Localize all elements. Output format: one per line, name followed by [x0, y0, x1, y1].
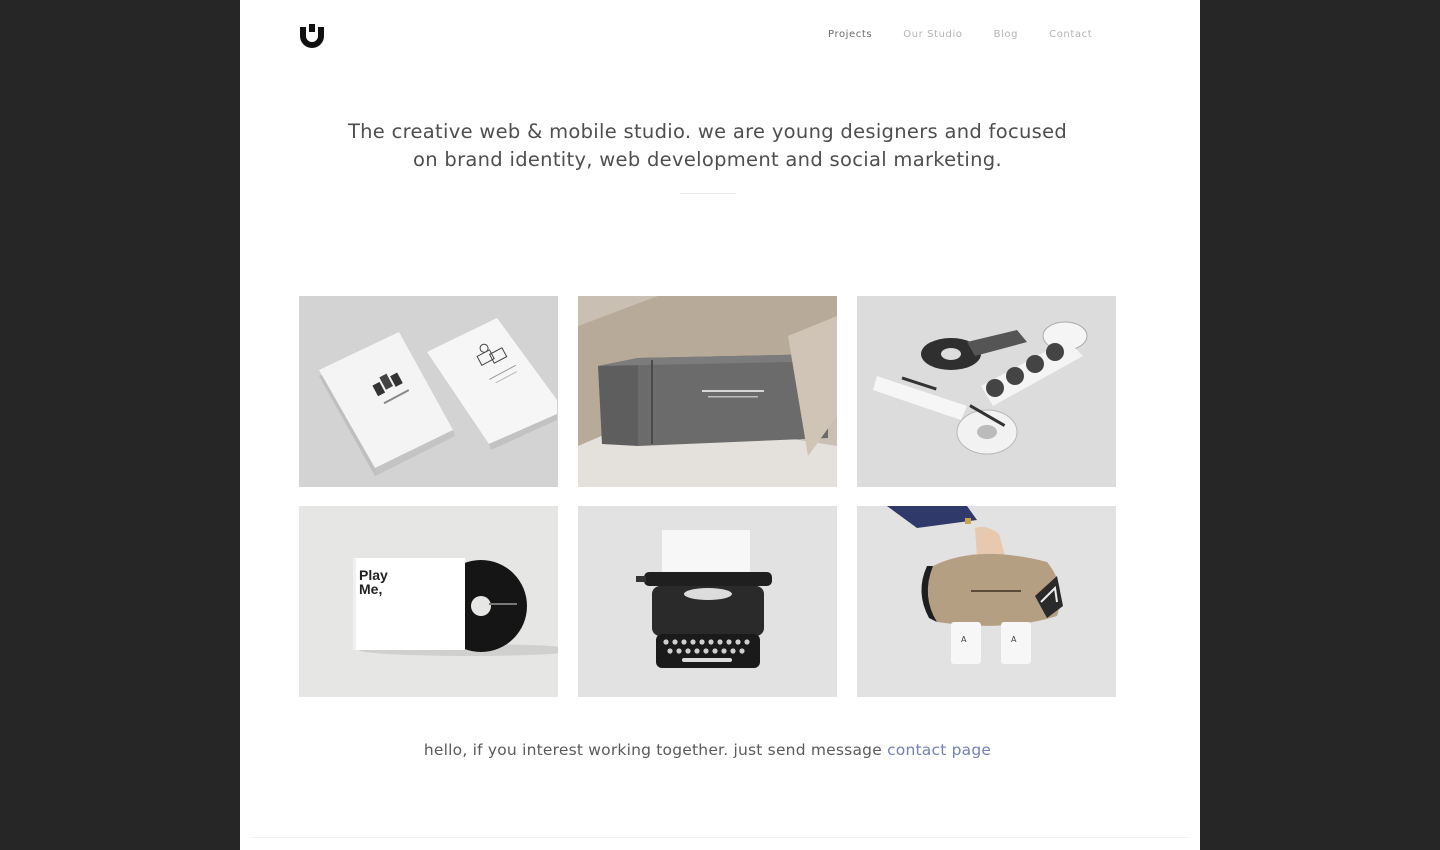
footer-message: hello, if you interest working together.…	[240, 741, 1175, 759]
hero-divider	[680, 193, 736, 194]
nav-item-projects[interactable]: Projects	[828, 29, 872, 40]
project-tile-business-cards[interactable]	[299, 296, 558, 487]
page: Projects Our Studio Blog Contact The cre…	[240, 0, 1200, 850]
project-tile-typewriter[interactable]	[578, 506, 837, 697]
project-tile-box-packaging[interactable]	[578, 296, 837, 487]
cd-sleeve-image: Play Me,	[299, 506, 558, 697]
footer-message-text: hello, if you interest working together.…	[423, 741, 888, 759]
svg-text:A: A	[961, 635, 967, 644]
hero-tagline: The creative web & mobile studio. we are…	[240, 118, 1175, 174]
nav-item-contact[interactable]: Contact	[1049, 29, 1092, 40]
main-nav: Projects Our Studio Blog Contact	[828, 29, 1092, 40]
nav-item-blog[interactable]: Blog	[994, 29, 1019, 40]
business-cards-image	[299, 296, 558, 487]
project-tile-sticker-rolls[interactable]	[857, 296, 1116, 487]
cup-carrier-image: A A	[857, 506, 1116, 697]
projects-grid: Play Me, A A	[299, 296, 1117, 697]
project-tile-cup-carrier[interactable]: A A	[857, 506, 1116, 697]
svg-text:A: A	[1011, 635, 1017, 644]
sleeve-text-line-2: Me,	[359, 581, 382, 597]
typewriter-image	[578, 506, 837, 697]
bottom-divider	[250, 837, 1190, 838]
gray-box-packaging-image	[578, 296, 837, 487]
hero-line-2: on brand identity, web development and s…	[413, 148, 1002, 171]
contact-page-link[interactable]: contact page	[887, 741, 991, 759]
hero-line-1: The creative web & mobile studio. we are…	[347, 120, 1068, 143]
nav-item-our-studio[interactable]: Our Studio	[903, 29, 962, 40]
project-tile-cd-sleeve[interactable]: Play Me,	[299, 506, 558, 697]
u-magnet-logo-icon[interactable]	[298, 24, 326, 48]
sticker-tape-rolls-image	[857, 296, 1116, 487]
